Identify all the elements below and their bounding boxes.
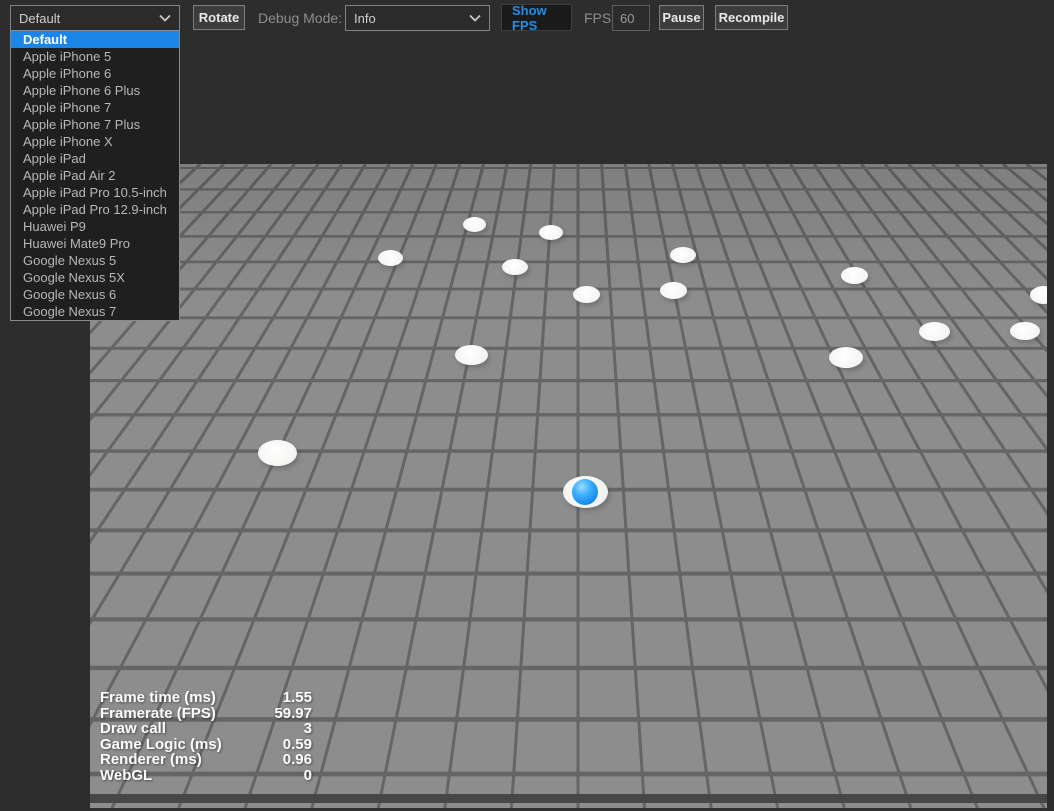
stat-row: WebGL 0 xyxy=(100,768,312,784)
dropdown-option[interactable]: Apple iPhone 6 Plus xyxy=(11,82,179,99)
device-select-value: Default xyxy=(19,10,61,26)
stat-label: Game Logic (ms) xyxy=(100,735,222,753)
device-dropdown-list: Default Apple iPhone 5 Apple iPhone 6 Apple… xyxy=(10,30,180,321)
white-dot xyxy=(829,346,863,368)
white-dot xyxy=(377,250,403,266)
white-dot xyxy=(659,281,687,299)
debug-mode-select[interactable]: Info xyxy=(345,5,490,31)
dropdown-option[interactable]: Apple iPad Pro 10.5-inch xyxy=(11,184,179,201)
show-fps-button-label: Show FPS xyxy=(512,2,547,33)
stat-value: 1.55 xyxy=(282,689,312,706)
dropdown-option[interactable]: Google Nexus 5X xyxy=(11,269,179,286)
stat-value: 0.96 xyxy=(282,751,312,769)
stat-value: 0 xyxy=(303,766,312,784)
recompile-button[interactable]: Recompile xyxy=(715,5,788,30)
dropdown-option[interactable]: Apple iPad Pro 12.9-inch xyxy=(11,201,179,218)
scene-canvas[interactable]: Frame time (ms) 1.55 Framerate (FPS) 59.97 D… xyxy=(90,164,1047,811)
dropdown-option[interactable]: Google Nexus 6 xyxy=(11,286,179,303)
stat-label: Renderer (ms) xyxy=(100,751,202,769)
stat-row: Game Logic (ms) 0.59 xyxy=(100,737,312,753)
player-ball-halo xyxy=(562,476,608,508)
white-dot xyxy=(539,224,563,240)
debug-mode-label: Debug Mode: xyxy=(258,10,343,26)
white-dot xyxy=(1010,322,1040,340)
recompile-button-label: Recompile xyxy=(718,10,785,25)
fps-input[interactable] xyxy=(612,5,650,31)
stat-row: Renderer (ms) 0.96 xyxy=(100,752,312,768)
pause-button[interactable]: Pause xyxy=(659,5,704,30)
dropdown-option[interactable]: Default xyxy=(11,31,179,48)
white-dot xyxy=(502,259,528,275)
stat-value: 59.97 xyxy=(274,704,312,722)
device-select[interactable]: Default xyxy=(10,5,180,31)
stat-row: Framerate (FPS) 59.97 xyxy=(100,704,312,722)
dropdown-option[interactable]: Google Nexus 5 xyxy=(11,252,179,269)
fps-label: FPS: xyxy=(584,10,616,26)
dropdown-option[interactable]: Huawei P9 xyxy=(11,218,179,235)
white-dot xyxy=(454,345,488,365)
dropdown-option[interactable]: Apple iPhone 5 xyxy=(11,48,179,65)
dropdown-option[interactable]: Apple iPhone X xyxy=(11,133,179,150)
stat-label: Framerate (FPS) xyxy=(100,704,216,722)
dropdown-option[interactable]: Apple iPhone 6 xyxy=(11,65,179,82)
stat-label: WebGL xyxy=(100,766,153,784)
chevron-down-icon xyxy=(469,14,481,22)
show-fps-button[interactable]: Show FPS xyxy=(501,2,572,33)
stat-value: 0.59 xyxy=(282,735,312,753)
white-dot xyxy=(840,266,868,284)
stat-row: Frame time (ms) 1.55 xyxy=(100,690,312,706)
stat-value: 3 xyxy=(303,720,312,738)
rotate-button-label: Rotate xyxy=(198,10,240,25)
stat-row: Draw call 3 xyxy=(100,721,312,737)
debug-mode-select-value: Info xyxy=(354,10,376,26)
player-ball xyxy=(572,479,598,505)
pause-button-label: Pause xyxy=(662,10,701,25)
fps-stats-overlay: Frame time (ms) 1.55 Framerate (FPS) 59.97 D… xyxy=(100,690,312,784)
rotate-button[interactable]: Rotate xyxy=(193,5,245,30)
dropdown-option[interactable]: Google Nexus 7 xyxy=(11,303,179,320)
white-dot xyxy=(257,440,297,466)
chevron-down-icon xyxy=(159,14,171,22)
white-dot xyxy=(918,321,950,341)
white-dot xyxy=(670,247,696,263)
stat-label: Draw call xyxy=(100,720,166,738)
dropdown-option[interactable]: Apple iPad xyxy=(11,150,179,167)
dropdown-option[interactable]: Apple iPhone 7 Plus xyxy=(11,116,179,133)
white-dot xyxy=(572,285,600,303)
dropdown-option[interactable]: Apple iPad Air 2 xyxy=(11,167,179,184)
dropdown-option[interactable]: Apple iPhone 7 xyxy=(11,99,179,116)
stat-label: Frame time (ms) xyxy=(100,689,216,706)
dropdown-option[interactable]: Huawei Mate9 Pro xyxy=(11,235,179,252)
white-dot xyxy=(462,216,486,232)
